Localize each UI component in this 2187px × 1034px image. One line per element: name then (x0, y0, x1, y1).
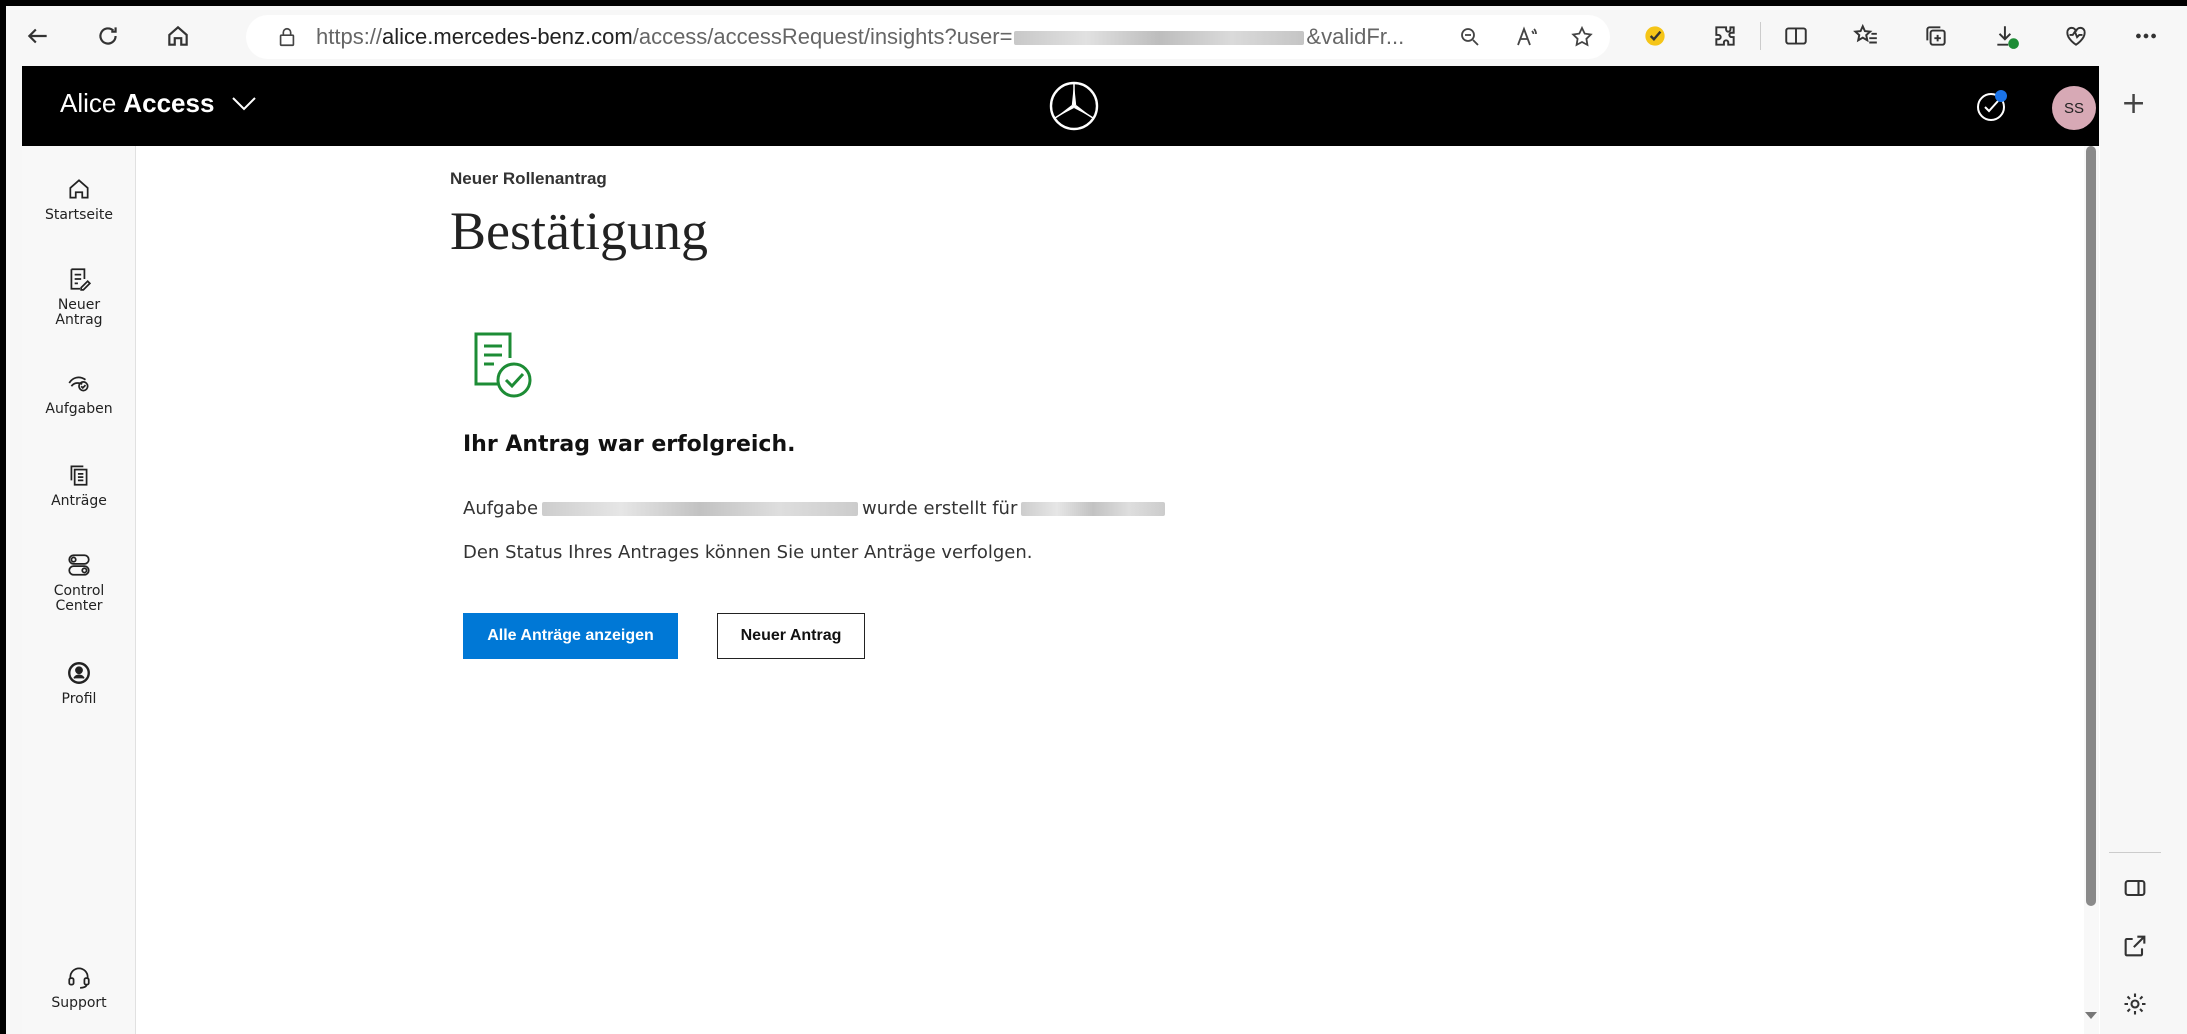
download-icon (1997, 26, 2019, 49)
task-label: Aufgabe (463, 498, 539, 519)
gear-icon (2124, 993, 2146, 1015)
sidebar-item-label: Neuer Antrag (55, 297, 103, 328)
requests-icon (70, 465, 88, 486)
tasks-icon (68, 376, 89, 392)
url-host: alice.mercedes-benz.com (382, 24, 633, 49)
sidebar-item-antraege[interactable]: Anträge (22, 462, 136, 509)
page-scrollbar[interactable] (2084, 146, 2099, 1034)
sidebar-item-label: Aufgaben (45, 401, 113, 417)
sidebar-settings-button[interactable] (2121, 990, 2149, 1018)
notifications-button[interactable] (1974, 88, 2010, 124)
open-external-button[interactable] (2121, 932, 2149, 960)
sidebar-item-support[interactable]: Support (22, 964, 136, 1011)
browser-window: https://alice.mercedes-benz.com/access/a… (6, 6, 2187, 1034)
home-icon (69, 179, 89, 199)
sidebar-item-startseite[interactable]: Startseite (22, 176, 136, 223)
success-heading: Ihr Antrag war erfolgreich. (463, 432, 796, 457)
redacted-url-part (1014, 31, 1305, 46)
new-request-button[interactable]: Neuer Antrag (717, 613, 865, 659)
url-text[interactable]: https://alice.mercedes-benz.com/access/a… (316, 24, 1404, 50)
favorite-button[interactable] (1554, 15, 1610, 59)
split-screen-button[interactable] (1761, 14, 1831, 58)
mercedes-star-logo (1048, 80, 1100, 132)
created-for-label: wurde erstellt für (862, 498, 1018, 519)
address-bar-actions (1442, 15, 1610, 59)
headset-icon (68, 967, 90, 989)
browser-essentials-button[interactable] (2041, 14, 2111, 58)
puzzle-icon (1715, 26, 1735, 46)
task-created-message: Aufgabe wurde erstellt für (463, 498, 1169, 519)
edge-sidebar-divider (2109, 852, 2161, 853)
sidebar-item-neuer-antrag[interactable]: Neuer Antrag (22, 266, 136, 328)
lock-icon (276, 26, 298, 48)
back-button[interactable] (18, 16, 58, 56)
sidebar-item-label: Profil (61, 691, 97, 707)
app-sidebar: Startseite Neuer Antrag Aufgaben Anträge… (22, 146, 136, 1034)
sidebar-item-label: Startseite (44, 207, 114, 223)
browser-extensions (1620, 14, 2181, 58)
address-bar[interactable]: https://alice.mercedes-benz.com/access/a… (246, 15, 1610, 59)
sidebar-item-label: Support (51, 995, 107, 1011)
collections-button[interactable] (1901, 14, 1971, 58)
app-header: Alice Access SS (22, 66, 2099, 146)
more-dots-icon (2136, 33, 2156, 39)
heart-pulse-icon (2066, 26, 2086, 46)
external-link-icon (2124, 935, 2146, 957)
check-shield-icon (1645, 26, 1665, 46)
status-hint: Den Status Ihres Antrages können Sie unt… (463, 542, 1033, 563)
edge-sidebar: + (2099, 66, 2171, 1034)
add-sidebar-app-button[interactable]: + (2121, 86, 2146, 121)
sidebar-item-profil[interactable]: Profil (22, 660, 136, 707)
refresh-button[interactable] (88, 16, 128, 56)
page-title: Bestätigung (450, 201, 708, 261)
document-check-icon (470, 330, 542, 402)
favorites-list-icon (1853, 23, 1877, 44)
toggle-icon (68, 554, 90, 576)
read-aloud-icon (1517, 26, 1537, 46)
profile-icon (68, 662, 90, 684)
url-scheme: https:// (316, 24, 383, 49)
scrollbar-thumb[interactable] (2086, 146, 2096, 906)
favorites-button[interactable] (1831, 14, 1901, 58)
back-arrow-icon (27, 28, 47, 44)
show-all-requests-button[interactable]: Alle Anträge anzeigen (463, 613, 678, 659)
zoom-out-icon (1461, 28, 1479, 46)
hide-sidebar-button[interactable] (2121, 874, 2149, 902)
redacted-user-name (1021, 501, 1166, 516)
url-path: /access/accessRequest/insights?user= (632, 24, 1013, 49)
app-switcher[interactable]: Alice Access (60, 88, 258, 119)
extension-norton-button[interactable] (1620, 14, 1690, 58)
main-content: Neuer Rollenantrag Bestätigung Ihr Antra… (136, 146, 2100, 1034)
url-suffix: &validFr... (1306, 24, 1405, 49)
sidebar-item-label: Anträge (51, 493, 107, 509)
read-aloud-button[interactable] (1498, 15, 1554, 59)
avatar[interactable]: SS (2052, 86, 2096, 130)
redacted-task-id (542, 501, 859, 516)
more-menu-button[interactable] (2111, 14, 2181, 58)
sidebar-item-label: Control Center (53, 583, 105, 614)
browser-home-icon (168, 25, 188, 46)
task-check-icon (1977, 90, 2007, 121)
chevron-down-icon (232, 96, 257, 110)
new-request-icon (70, 268, 92, 291)
star-icon (1571, 25, 1593, 47)
collections-icon (1926, 26, 1946, 46)
extensions-button[interactable] (1690, 14, 1760, 58)
sidebar-panel-icon (2124, 879, 2146, 897)
downloads-button[interactable] (1971, 14, 2041, 58)
page-eyebrow: Neuer Rollenantrag (450, 169, 607, 188)
home-button[interactable] (158, 16, 198, 56)
sidebar-item-aufgaben[interactable]: Aufgaben (22, 370, 136, 417)
brand-name-bold: Access (123, 88, 215, 118)
brand-name: Alice (60, 88, 117, 118)
refresh-icon (99, 27, 117, 45)
scroll-down-arrow[interactable] (2085, 1012, 2097, 1019)
split-screen-icon (1785, 27, 1807, 45)
sidebar-item-control-center[interactable]: Control Center (22, 552, 136, 614)
browser-toolbar: https://alice.mercedes-benz.com/access/a… (6, 6, 2187, 66)
zoom-out-button[interactable] (1442, 15, 1498, 59)
